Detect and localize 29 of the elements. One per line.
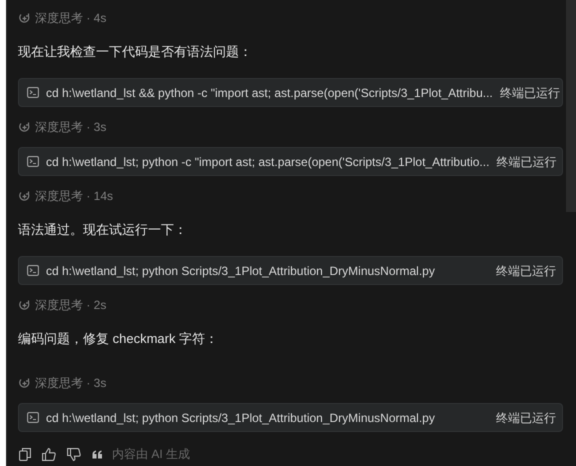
thumbs-down-icon[interactable] bbox=[67, 448, 81, 460]
command-text: cd h:\wetland_lst; python Scripts/3_1Plot_Attribution_DryMinusNormal.py bbox=[46, 262, 436, 278]
terminal-command-card[interactable]: cd h:\wetland_lst; python Scripts/3_1Plot_Attribution_DryMinusNormal.py 终端已运行 bbox=[18, 403, 563, 432]
command-text: cd h:\wetland_lst; python -c "import ast; ast.parse(open('Scripts/3_1Plot_Attributio... bbox=[46, 154, 490, 170]
terminal-command-card[interactable]: cd h:\wetland_lst; python -c "import ast; ast.parse(open('Scripts/3_1Plot_Attributio... 终端已运行 bbox=[18, 147, 563, 176]
command-text: cd h:\wetland_lst; python Scripts/3_1Plot_Attribution_DryMinusNormal.py bbox=[46, 410, 436, 426]
copy-icon[interactable] bbox=[19, 448, 31, 460]
terminal-command-card[interactable]: cd h:\wetland_lst && python -c "import ast; ast.parse(open('Scripts/3_1Plot_Attribu... 终端已运行 bbox=[18, 78, 563, 107]
thinking-label[interactable]: 深度思考 · 3s bbox=[35, 374, 106, 392]
terminal-icon bbox=[27, 265, 39, 276]
message-text: 语法通过。现在试运行一下： bbox=[18, 221, 188, 239]
terminal-status: 终端已运行 bbox=[496, 262, 556, 278]
thinking-label[interactable]: 深度思考 · 3s bbox=[35, 118, 106, 136]
terminal-icon bbox=[27, 87, 39, 98]
thinking-label[interactable]: 深度思考 · 14s bbox=[35, 187, 114, 205]
command-text: cd h:\wetland_lst && python -c "import ast; ast.parse(open('Scripts/3_1Plot_Attribu... bbox=[46, 84, 493, 100]
thinking-label[interactable]: 深度思考 · 4s bbox=[35, 9, 106, 27]
thinking-label[interactable]: 深度思考 · 2s bbox=[35, 296, 106, 314]
terminal-status: 终端已运行 bbox=[496, 410, 556, 426]
terminal-icon bbox=[27, 156, 39, 167]
thumbs-up-icon[interactable] bbox=[42, 448, 56, 460]
ai-generated-note: 内容由 AI 生成 bbox=[112, 447, 190, 461]
message-text: 编码问题，修复 checkmark 字符： bbox=[18, 330, 220, 348]
terminal-command-card[interactable]: cd h:\wetland_lst; python Scripts/3_1Plot_Attribution_DryMinusNormal.py 终端已运行 bbox=[18, 256, 563, 285]
terminal-status: 终端已运行 bbox=[496, 154, 556, 170]
message-text: 现在让我检查一下代码是否有语法问题： bbox=[18, 43, 253, 61]
terminal-icon bbox=[27, 412, 39, 423]
terminal-status: 终端已运行 bbox=[500, 84, 560, 100]
quote-icon[interactable] bbox=[92, 450, 103, 458]
